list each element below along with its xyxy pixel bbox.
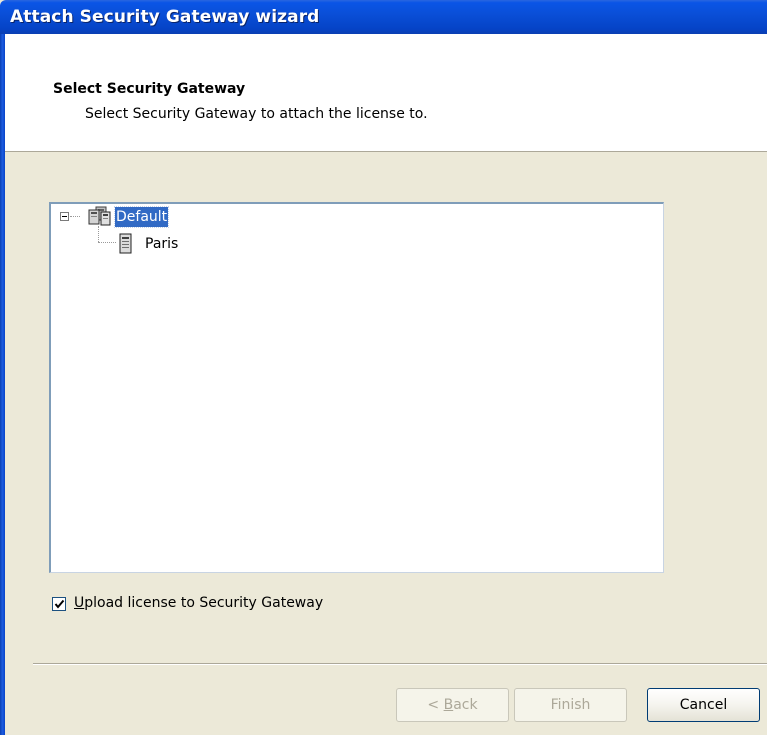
wizard-header: Select Security Gateway Select Security … — [5, 34, 767, 152]
title-bar[interactable]: Attach Security Gateway wizard — [0, 0, 767, 34]
tree-node-default[interactable]: Default — [113, 206, 170, 228]
mnemonic-letter: U — [74, 595, 85, 611]
back-rest: ack — [453, 697, 478, 713]
back-button[interactable]: < Back — [396, 688, 509, 722]
label-text: pload license to Security Gateway — [84, 595, 324, 611]
wizard-window: Attach Security Gateway wizard Select Se… — [0, 0, 767, 735]
back-prefix: < — [427, 697, 444, 713]
separator — [33, 663, 767, 665]
upload-license-checkbox[interactable] — [52, 597, 66, 611]
finish-button[interactable]: Finish — [514, 688, 627, 722]
gateway-group-icon — [81, 206, 115, 226]
cancel-button[interactable]: Cancel — [647, 688, 760, 722]
collapse-icon[interactable] — [60, 212, 69, 221]
gateway-tree[interactable]: Default Paris — [49, 202, 664, 573]
back-mnemonic: B — [443, 697, 454, 713]
upload-license-label[interactable]: Upload license to Security Gateway — [74, 595, 323, 611]
tree-connector — [98, 226, 99, 242]
tree-connector — [98, 242, 116, 243]
tree-node-paris[interactable]: Paris — [145, 234, 178, 254]
page-title: Select Security Gateway — [53, 81, 246, 97]
server-icon — [117, 233, 135, 255]
tree-connector — [70, 216, 80, 217]
checkmark-icon — [54, 599, 65, 609]
window-title: Attach Security Gateway wizard — [10, 7, 320, 27]
page-subtitle: Select Security Gateway to attach the li… — [85, 106, 428, 122]
